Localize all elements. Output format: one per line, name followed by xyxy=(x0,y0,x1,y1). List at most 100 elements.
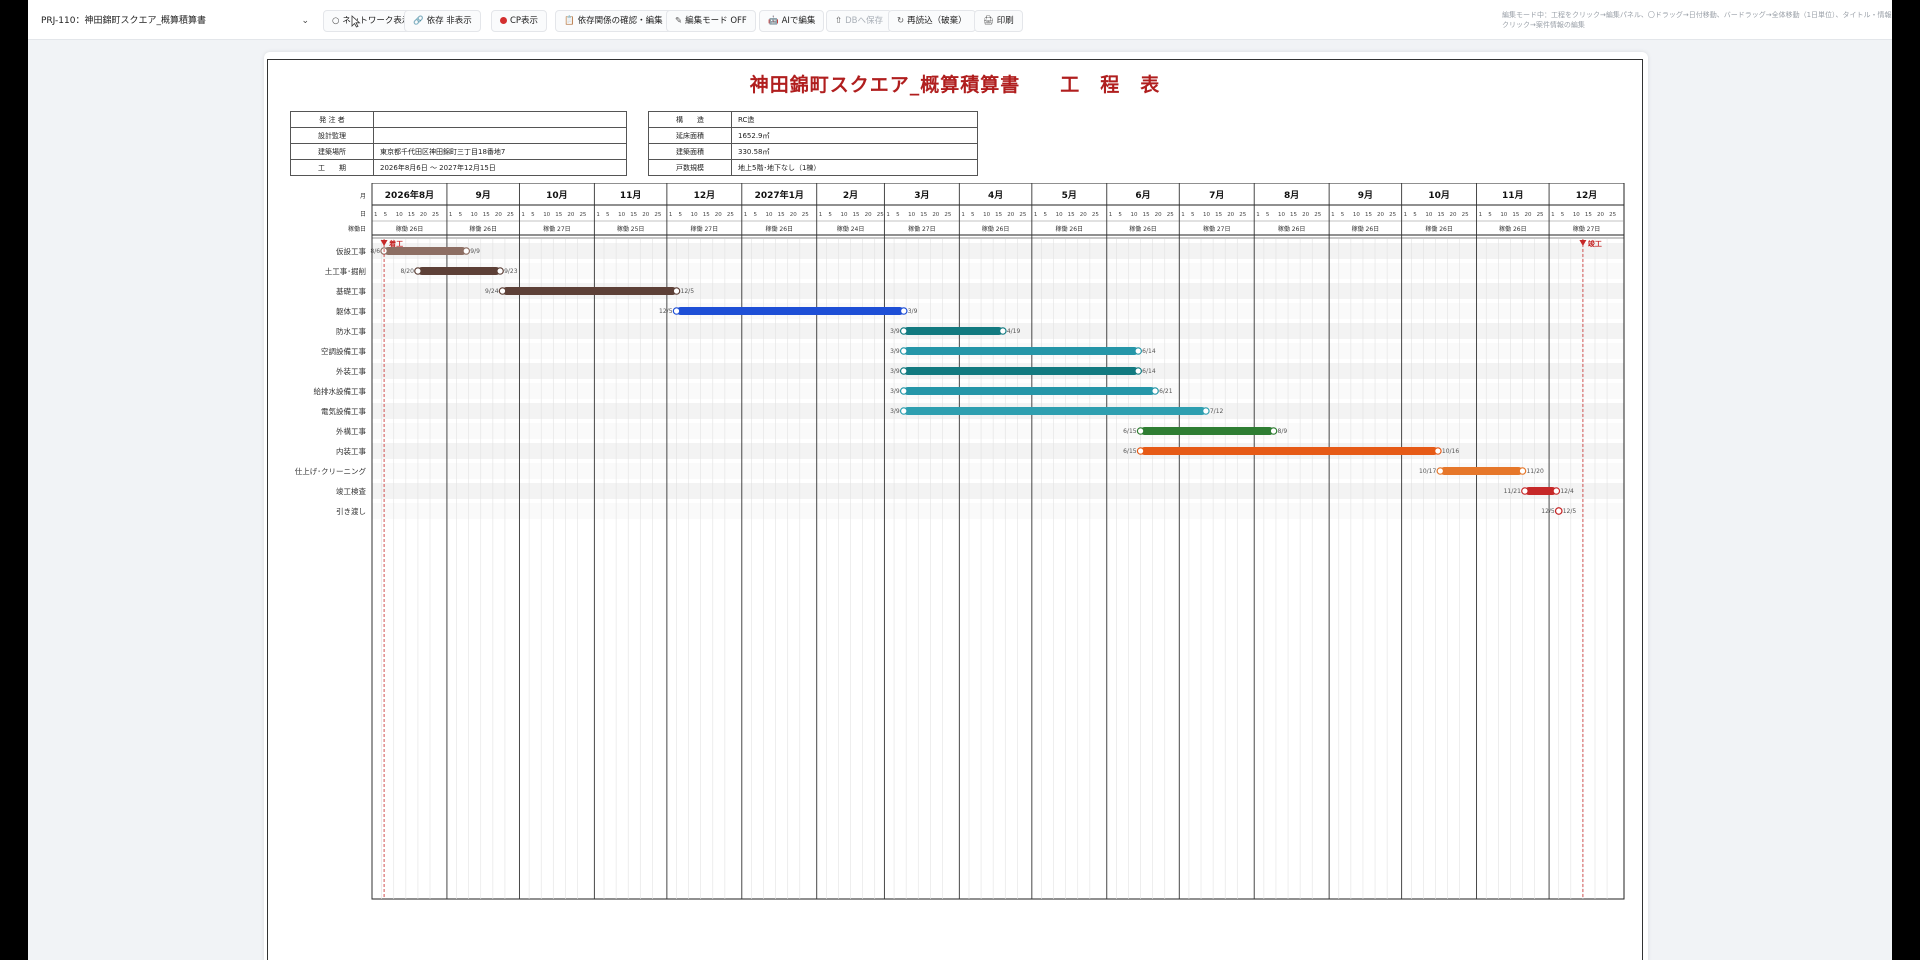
workdays-label: 稼働 26日 xyxy=(982,225,1010,233)
day-tick-label: 25 xyxy=(432,212,439,218)
day-tick-label: 15 xyxy=(1512,212,1519,218)
toolbar-button-label: 編集モード OFF xyxy=(685,16,747,26)
info-key: 設計監理 xyxy=(290,127,374,144)
day-tick-label: 15 xyxy=(630,212,637,218)
task-end-date: 12/5 xyxy=(1563,508,1577,515)
reload-button[interactable]: ↻ 再読込（破棄） xyxy=(888,10,976,32)
task-start-handle xyxy=(1521,487,1529,495)
project-info-table-right[interactable]: 構 造 RC造 延床面積 1652.9㎡ 建築面積 330.58㎡ 戸数規模 地上5階･地下な… xyxy=(648,111,978,176)
day-tick-label: 20 xyxy=(1597,212,1604,218)
day-tick-label: 25 xyxy=(1092,212,1099,218)
task-start-handle xyxy=(899,367,908,375)
day-tick-label: 1 xyxy=(1479,212,1483,218)
month-label: 7月 xyxy=(1209,190,1224,201)
reload-icon: ↻ xyxy=(897,16,905,26)
day-tick-label: 25 xyxy=(654,212,661,218)
day-tick-label: 10 xyxy=(1278,212,1285,218)
toolbar-button-label: 印刷 xyxy=(996,16,1014,26)
day-tick-label: 10 xyxy=(840,212,847,218)
day-tick-label: 5 xyxy=(1413,212,1417,218)
project-select-value: PRJ-110：神田錦町スクエア_概算積算書 xyxy=(41,16,206,26)
clipboard-button[interactable]: 📋 依存関係の確認・編集 xyxy=(555,10,672,32)
info-row: 発 注 者 xyxy=(290,111,627,128)
month-label: 12月 xyxy=(1576,190,1598,201)
task-bar xyxy=(1140,427,1274,435)
info-value: 東京都千代田区神田錦町三丁目18番地7 xyxy=(373,143,627,160)
workdays-label: 稼働 24日 xyxy=(837,225,865,233)
info-value: 地上5階･地下なし（1棟） xyxy=(731,159,978,176)
day-tick-label: 15 xyxy=(555,212,562,218)
day-tick-label: 1 xyxy=(961,212,965,218)
day-tick-label: 20 xyxy=(420,212,427,218)
project-select[interactable]: PRJ-110：神田錦町スクエア_概算積算書 ⌄ xyxy=(34,10,316,32)
robot-button[interactable]: 🤖 AIで編集 xyxy=(759,10,825,32)
link-button[interactable]: 🔗 依存 非表示 xyxy=(404,10,481,32)
cp-dot-button[interactable]: CP表示 xyxy=(491,10,548,32)
day-tick-label: 15 xyxy=(853,212,860,218)
month-label: 10月 xyxy=(1428,190,1450,201)
day-tick-label: 15 xyxy=(483,212,490,218)
day-tick-label: 1 xyxy=(744,212,748,218)
task-start-handle xyxy=(1436,467,1445,475)
task-start-handle xyxy=(899,347,908,355)
project-info-table-left[interactable]: 発 注 者設計監理 建築場所 東京都千代田区神田錦町三丁目18番地7 工 期 2026年… xyxy=(290,111,627,176)
task-row-band xyxy=(372,423,1624,439)
day-tick-label: 25 xyxy=(877,212,884,218)
task-end-handle xyxy=(1518,467,1527,475)
workdays-label: 稼働 26日 xyxy=(1056,225,1084,233)
info-value: RC造 xyxy=(731,111,978,128)
day-tick-label: 25 xyxy=(1537,212,1544,218)
task-start-date: 8/6 xyxy=(370,248,380,255)
day-tick-label: 10 xyxy=(471,212,478,218)
task-start-handle xyxy=(414,267,422,275)
header-row-label-month: 月 xyxy=(360,193,366,200)
task-start-date: 3/9 xyxy=(890,408,900,415)
task-end-date: 10/16 xyxy=(1442,448,1459,455)
upload-button[interactable]: ⇧ DBへ保存 xyxy=(826,10,893,32)
task-label: 電気設備工事 xyxy=(321,406,366,416)
workdays-label: 稼働 27日 xyxy=(543,225,571,233)
workdays-label: 稼働 26日 xyxy=(1499,225,1527,233)
network-icon: ○ xyxy=(332,16,340,26)
pencil-button[interactable]: ✎ 編集モード OFF xyxy=(666,10,756,32)
day-tick-label: 15 xyxy=(920,212,927,218)
task-row-band xyxy=(372,303,1624,319)
document-title[interactable]: 神田錦町スクエア_概算積算書 工 程 表 xyxy=(268,70,1642,97)
task-end-handle xyxy=(1202,407,1210,415)
print-button[interactable]: 🖨 印刷 xyxy=(974,10,1023,32)
day-tick-label: 20 xyxy=(790,212,797,218)
edit-mode-hint: 編集モード中：工程をクリック→編集パネル、〇ドラッグ→日付移動、バードラッグ→全… xyxy=(1502,11,1892,29)
task-bar xyxy=(903,347,1139,355)
day-tick-label: 15 xyxy=(995,212,1002,218)
task-label: 仕上げ･クリーニング xyxy=(295,466,367,476)
day-tick-label: 15 xyxy=(1585,212,1592,218)
month-label: 3月 xyxy=(914,190,929,201)
task-end-date: 4/19 xyxy=(1007,328,1021,335)
day-tick-label: 25 xyxy=(802,212,809,218)
day-tick-label: 20 xyxy=(932,212,939,218)
task-bar xyxy=(1524,487,1557,495)
info-key: 工 期 xyxy=(290,159,374,176)
toolbar-button-label: 再読込（破棄） xyxy=(907,16,967,26)
day-tick-label: 25 xyxy=(1609,212,1616,218)
chevron-down-icon: ⌄ xyxy=(301,16,309,26)
month-label: 11月 xyxy=(620,190,642,201)
schedule-title: 工 程 表 xyxy=(1060,74,1161,96)
day-tick-label: 1 xyxy=(1404,212,1408,218)
task-bar xyxy=(417,267,501,275)
month-label: 2026年8月 xyxy=(385,189,434,201)
workdays-label: 稼働 27日 xyxy=(908,225,936,233)
task-end-date: 6/14 xyxy=(1142,368,1156,375)
info-value: 2026年8月6日 〜 2027年12月15日 xyxy=(373,159,627,176)
task-end-date: 12/4 xyxy=(1560,488,1574,495)
day-tick-label: 25 xyxy=(1239,212,1246,218)
task-start-date: 11/21 xyxy=(1504,488,1521,495)
day-tick-label: 1 xyxy=(374,212,378,218)
day-tick-label: 25 xyxy=(1167,212,1174,218)
project-title: 神田錦町スクエア_概算積算書 xyxy=(749,74,1021,96)
task-end-handle xyxy=(1151,387,1159,395)
workdays-label: 稼働 26日 xyxy=(765,225,793,233)
day-tick-label: 5 xyxy=(459,212,463,218)
task-label: 引き渡し xyxy=(336,506,366,516)
workdays-label: 稼働 26日 xyxy=(396,225,424,233)
